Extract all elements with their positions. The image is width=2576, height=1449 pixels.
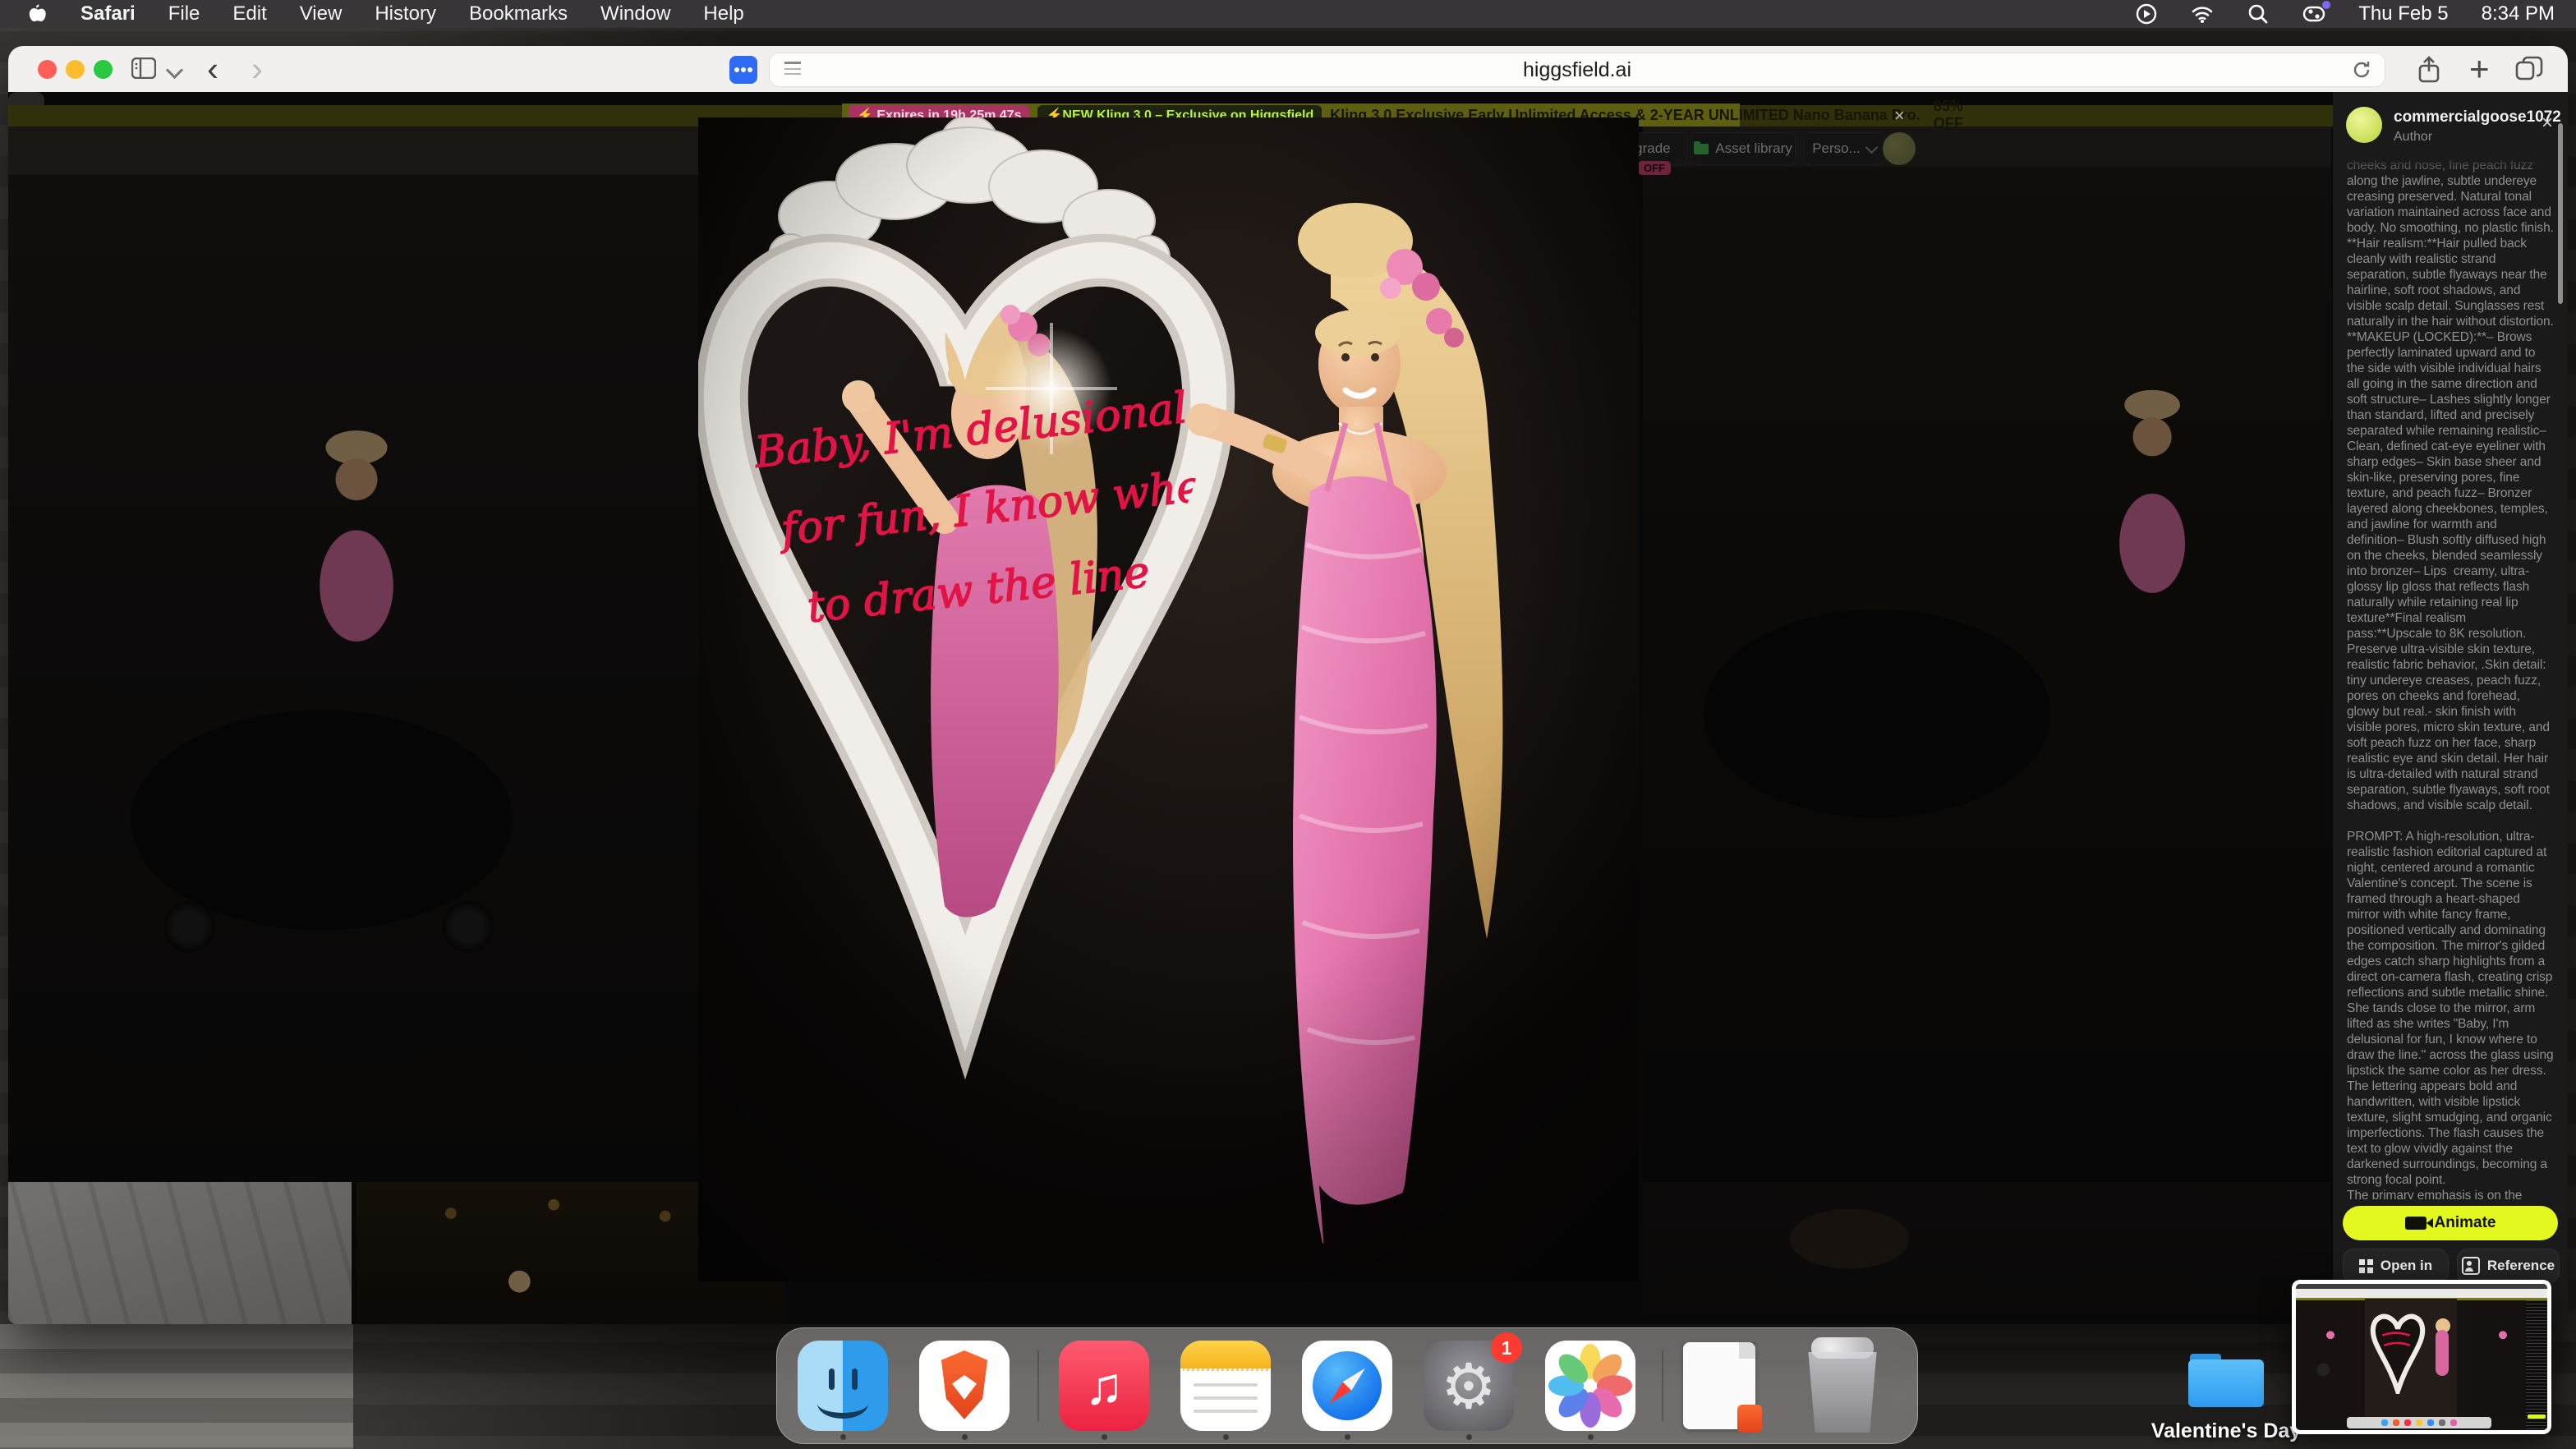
running-indicator: [840, 1434, 846, 1440]
close-icon[interactable]: ×: [2542, 112, 2553, 135]
music-icon[interactable]: ♫: [1059, 1341, 1149, 1431]
author-row: commercialgoose1072 Author ×: [2333, 100, 2568, 153]
screen-mirroring-icon[interactable]: [2135, 2, 2158, 25]
sidebar-scrollbar[interactable]: [2558, 123, 2563, 304]
open-in-button[interactable]: Open in: [2343, 1249, 2449, 1283]
menu-bar: Safari File Edit View History Bookmarks …: [0, 0, 2576, 28]
grid-icon: [2359, 1259, 2373, 1273]
menu-date[interactable]: Thu Feb 5: [2358, 2, 2448, 25]
search-icon[interactable]: [2247, 2, 2270, 25]
running-indicator: [1223, 1434, 1229, 1440]
reference-button[interactable]: Reference: [2457, 1249, 2560, 1283]
photos-icon[interactable]: [1545, 1341, 1635, 1431]
running-indicator: [1466, 1434, 1472, 1440]
prompt-text[interactable]: cheeks and nose, fine peach fuzz along t…: [2347, 158, 2554, 1199]
back-button[interactable]: ‹: [207, 46, 218, 92]
dock: ♫ ⚙ 1: [776, 1327, 1918, 1444]
screenshot-preview-thumbnail[interactable]: [2292, 1280, 2551, 1434]
running-indicator: [1345, 1434, 1350, 1440]
sidebar-chevron-icon[interactable]: [168, 64, 181, 80]
author-role: Author: [2394, 130, 2432, 145]
dock-separator: [1037, 1350, 1039, 1421]
wallpaper-bench: [0, 1324, 353, 1449]
finder-icon[interactable]: [798, 1341, 888, 1431]
banner-highlight: 85% OFF: [1934, 98, 1963, 132]
modal-photo[interactable]: Baby, I'm delusional for fun, I know whe…: [698, 117, 1639, 1281]
mini-gallery-left: [2296, 1300, 2365, 1416]
wifi-icon[interactable]: [2191, 2, 2214, 25]
dock-separator: [1662, 1350, 1663, 1421]
page-content: Upgrade OFF Asset library Perso... ⚡ Exp…: [8, 92, 2568, 1324]
author-name[interactable]: commercialgoose1072: [2394, 108, 2561, 126]
desktop-folder-icon[interactable]: [2188, 1354, 2264, 1408]
mini-heart-mirror: [2368, 1302, 2427, 1394]
notification-dot: [2322, 1, 2330, 9]
reference-label: Reference: [2487, 1258, 2555, 1274]
document-icon[interactable]: [1683, 1342, 1755, 1429]
animate-label: Animate: [2435, 1214, 2496, 1232]
forward-button[interactable]: ›: [251, 46, 263, 92]
notes-icon[interactable]: [1180, 1341, 1271, 1431]
menu-file[interactable]: File: [168, 2, 200, 25]
safari-window: ‹ › higgsfield.ai + Upgrade OFF: [8, 46, 2568, 1324]
menu-bookmarks[interactable]: Bookmarks: [469, 2, 568, 25]
menu-help[interactable]: Help: [703, 2, 743, 25]
mini-gallery-right: [2468, 1300, 2526, 1416]
photo-illustration: Baby, I'm delusional for fun, I know whe…: [698, 117, 1639, 1281]
control-center-icon[interactable]: [2302, 2, 2325, 25]
portrait-icon: [2462, 1257, 2480, 1275]
animate-button[interactable]: Animate: [2343, 1206, 2558, 1240]
sidebar-toggle-icon[interactable]: [131, 58, 156, 83]
detail-sidebar: commercialgoose1072 Author × cheeks and …: [2333, 92, 2568, 1324]
author-avatar[interactable]: [2346, 107, 2382, 143]
address-bar[interactable]: higgsfield.ai: [769, 53, 2385, 87]
new-tab-icon[interactable]: +: [2469, 49, 2490, 89]
menu-view[interactable]: View: [300, 2, 343, 25]
prompt-fade-top: [2333, 156, 2568, 176]
extension-icon[interactable]: [729, 56, 757, 84]
open-in-label: Open in: [2380, 1258, 2432, 1274]
brave-icon[interactable]: [919, 1341, 1010, 1431]
close-window-button[interactable]: [38, 60, 57, 79]
minimize-window-button[interactable]: [66, 60, 85, 79]
menu-app-name[interactable]: Safari: [80, 2, 136, 25]
zoom-window-button[interactable]: [94, 60, 113, 79]
menu-edit[interactable]: Edit: [232, 2, 266, 25]
running-indicator: [1588, 1434, 1594, 1440]
mini-toolbar: [2296, 1289, 2547, 1298]
reload-icon[interactable]: [2352, 60, 2371, 80]
menu-window[interactable]: Window: [600, 2, 670, 25]
trash-icon[interactable]: [1800, 1341, 1885, 1433]
tab-overview-icon[interactable]: [2515, 56, 2543, 86]
menu-history[interactable]: History: [375, 2, 436, 25]
settings-badge: 1: [1491, 1332, 1522, 1364]
url-text: higgsfield.ai: [1523, 58, 1631, 82]
running-indicator: [1102, 1434, 1107, 1440]
share-icon[interactable]: [2417, 56, 2441, 88]
video-camera-icon: [2405, 1217, 2426, 1230]
mini-sidebar: [2526, 1300, 2547, 1430]
settings-icon[interactable]: ⚙ 1: [1424, 1341, 1514, 1431]
mini-modal-photo: [2365, 1299, 2457, 1419]
browser-toolbar: ‹ › higgsfield.ai +: [8, 46, 2568, 93]
mini-animate-button: [2528, 1414, 2546, 1419]
brave-file-badge-icon: [1737, 1405, 1762, 1433]
screenshot-preview-content: [2296, 1284, 2547, 1430]
banner-close-button[interactable]: ×: [1894, 105, 1905, 126]
running-indicator: [962, 1434, 968, 1440]
menu-time[interactable]: 8:34 PM: [2482, 2, 2555, 25]
mini-figure-dress: [2436, 1330, 2449, 1376]
mini-dock: [2347, 1417, 2491, 1428]
apple-logo-icon[interactable]: [25, 2, 48, 25]
safari-icon[interactable]: [1302, 1341, 1392, 1431]
reader-view-icon[interactable]: [784, 62, 801, 78]
